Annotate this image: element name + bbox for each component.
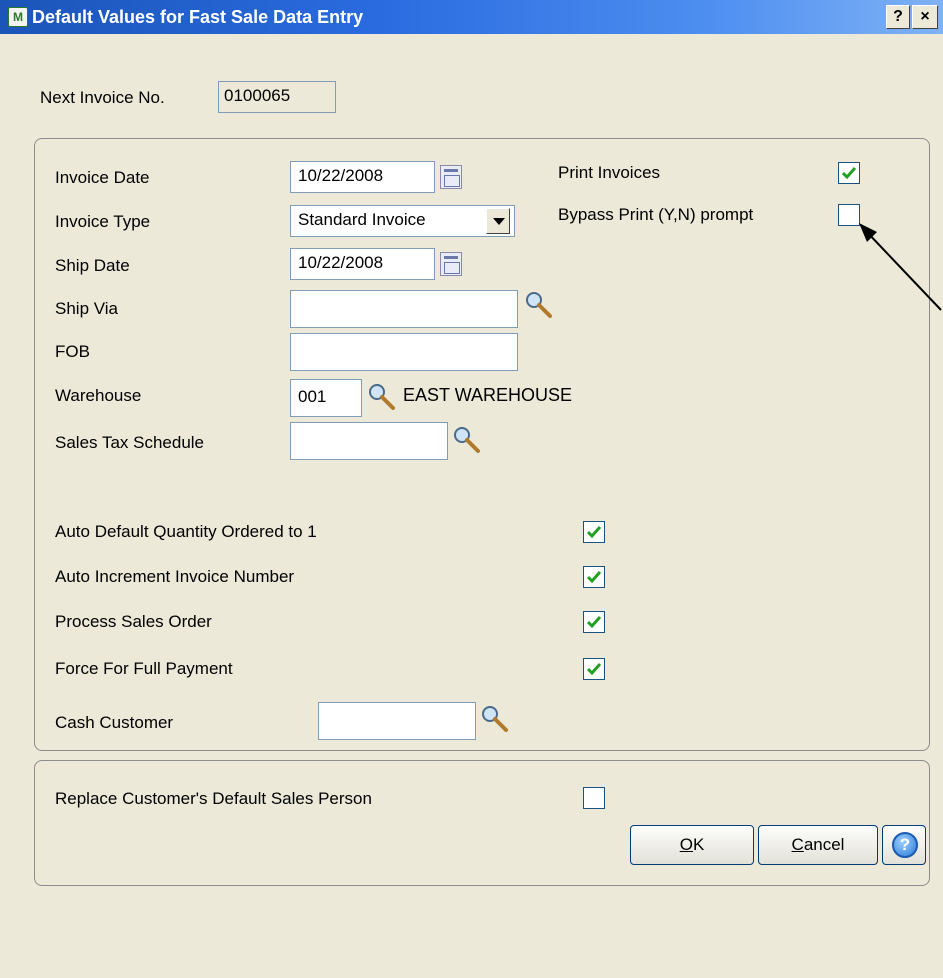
ship-via-label: Ship Via — [55, 299, 119, 318]
next-invoice-field: 0100065 — [218, 81, 336, 113]
cancel-mnemonic: C — [791, 835, 804, 854]
auto-default-qty-checkbox[interactable] — [583, 521, 605, 543]
calendar-icon[interactable] — [440, 165, 462, 189]
ok-mnemonic: O — [679, 835, 693, 854]
sales-tax-schedule-label: Sales Tax Schedule — [55, 433, 205, 452]
search-icon[interactable] — [524, 290, 554, 320]
chevron-down-icon[interactable] — [486, 208, 510, 234]
close-button[interactable]: × — [912, 5, 938, 29]
warehouse-field[interactable]: 001 — [290, 379, 362, 417]
ok-label-rest: K — [692, 835, 705, 854]
sales-person-group — [34, 760, 930, 886]
annotation-arrow — [859, 223, 942, 311]
print-invoices-checkbox[interactable] — [838, 162, 860, 184]
search-icon[interactable] — [367, 382, 397, 412]
search-icon[interactable] — [480, 704, 510, 734]
bypass-print-label: Bypass Print (Y,N) prompt — [558, 205, 754, 224]
next-invoice-label: Next Invoice No. — [40, 88, 165, 107]
invoice-date-field[interactable]: 10/22/2008 — [290, 161, 435, 193]
cash-customer-label: Cash Customer — [55, 713, 174, 732]
help-button[interactable]: ? — [882, 825, 926, 865]
help-icon: ? — [892, 832, 918, 858]
ship-date-field[interactable]: 10/22/2008 — [290, 248, 435, 280]
sales-tax-schedule-field[interactable] — [290, 422, 448, 460]
invoice-type-select[interactable]: Standard Invoice — [290, 205, 515, 237]
auto-increment-checkbox[interactable] — [583, 566, 605, 588]
calendar-icon[interactable] — [440, 252, 462, 276]
invoice-type-label: Invoice Type — [55, 212, 151, 231]
cancel-button[interactable]: Cancel — [758, 825, 878, 865]
search-icon[interactable] — [452, 425, 482, 455]
fob-label: FOB — [55, 342, 90, 361]
auto-increment-label: Auto Increment Invoice Number — [55, 567, 295, 586]
force-full-payment-checkbox[interactable] — [583, 658, 605, 680]
ship-date-label: Ship Date — [55, 256, 130, 275]
auto-default-qty-label: Auto Default Quantity Ordered to 1 — [55, 522, 317, 541]
force-full-payment-label: Force For Full Payment — [55, 659, 233, 678]
process-sales-order-label: Process Sales Order — [55, 612, 212, 631]
replace-sales-person-checkbox[interactable] — [583, 787, 605, 809]
app-icon: M — [8, 7, 28, 27]
replace-sales-person-label: Replace Customer's Default Sales Person — [55, 789, 372, 808]
warehouse-description: EAST WAREHOUSE — [403, 385, 573, 405]
ok-button[interactable]: OK — [630, 825, 754, 865]
window-title: Default Values for Fast Sale Data Entry — [32, 7, 364, 27]
print-invoices-label: Print Invoices — [558, 163, 661, 182]
ship-via-field[interactable] — [290, 290, 518, 328]
cancel-label-rest: ancel — [803, 835, 845, 854]
invoice-date-label: Invoice Date — [55, 168, 150, 187]
help-title-button[interactable]: ? — [886, 5, 910, 29]
warehouse-label: Warehouse — [55, 386, 142, 405]
title-bar: M Default Values for Fast Sale Data Entr… — [0, 0, 943, 34]
fob-field[interactable] — [290, 333, 518, 371]
process-sales-order-checkbox[interactable] — [583, 611, 605, 633]
cash-customer-field[interactable] — [318, 702, 476, 740]
